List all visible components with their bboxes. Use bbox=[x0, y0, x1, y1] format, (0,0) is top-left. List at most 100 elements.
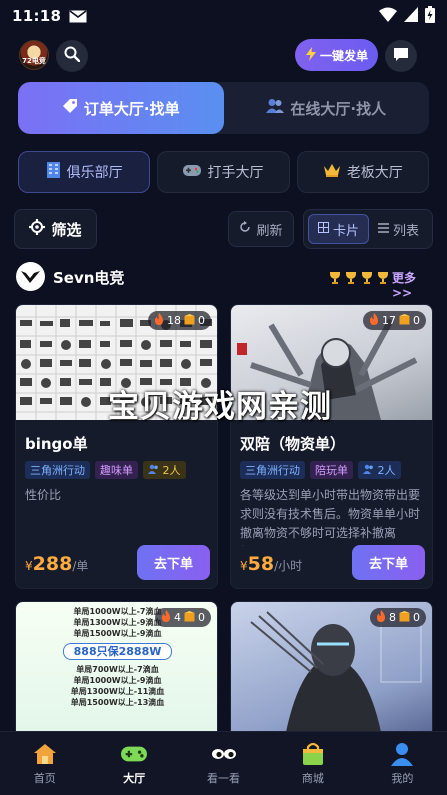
cellular-signal-icon bbox=[404, 6, 418, 26]
trophy-icon bbox=[328, 269, 342, 288]
type-tag: 陪玩单 bbox=[310, 461, 353, 479]
trophy-row bbox=[328, 269, 390, 288]
card-description: 性价比 bbox=[25, 488, 62, 502]
gamepad-icon bbox=[121, 741, 148, 767]
club-logo[interactable] bbox=[16, 262, 45, 291]
nav-hall-label: 大厅 bbox=[123, 772, 146, 785]
player-count-tag: 2人 bbox=[143, 461, 186, 479]
price-line: 单局1500W以上-9滴血 bbox=[73, 629, 162, 638]
place-order-button[interactable]: 去下单 bbox=[137, 545, 210, 580]
trophy-icon bbox=[344, 269, 358, 288]
battery-icon bbox=[425, 5, 435, 27]
order-card[interactable]: 单局1000W以上-7滴血 单局1300W以上-9滴血 单局1500W以上-9滴… bbox=[15, 601, 218, 741]
card-image-archer: 8 0 bbox=[231, 602, 432, 732]
card-stats: 4 0 bbox=[155, 608, 211, 627]
view-card-option[interactable]: 卡片 bbox=[308, 214, 369, 244]
club-avatar[interactable]: 72电竞 bbox=[19, 40, 49, 70]
quick-order-button[interactable]: 一键发单 bbox=[295, 39, 378, 71]
refresh-label: 刷新 bbox=[256, 223, 283, 239]
fire-count: 8 bbox=[389, 611, 396, 624]
more-link[interactable]: 更多>> bbox=[392, 269, 433, 300]
filter-row: 筛选 刷新 卡片 列表 bbox=[14, 209, 433, 249]
fire-icon bbox=[376, 610, 386, 625]
trophy-icon bbox=[376, 269, 390, 288]
message-button[interactable] bbox=[385, 40, 417, 72]
lightning-icon bbox=[305, 46, 317, 64]
nav-home[interactable]: 首页 bbox=[0, 732, 89, 795]
view-list-label: 列表 bbox=[392, 223, 419, 239]
price-line: 单局700W以上-7滴血 bbox=[76, 665, 159, 674]
tab-boss-hall[interactable]: 老板大厅 bbox=[296, 151, 429, 193]
order-card[interactable]: 18 0 bingo单 三角洲行动 趣味单 2人 性价比 ¥288/单 去下单 bbox=[15, 304, 218, 589]
users-icon bbox=[266, 98, 285, 118]
wifi-icon bbox=[379, 7, 397, 26]
fire-icon bbox=[154, 313, 164, 328]
gear-icon bbox=[29, 219, 46, 239]
card-title: bingo单 bbox=[25, 435, 88, 453]
status-bar: 11:18 bbox=[0, 0, 447, 32]
view-card-label: 卡片 bbox=[332, 223, 359, 239]
card-stats: 18 0 bbox=[148, 311, 211, 330]
crown-icon bbox=[323, 163, 341, 181]
view-list-option[interactable]: 列表 bbox=[369, 214, 428, 244]
tab-club-hall[interactable]: 俱乐部厅 bbox=[18, 151, 151, 193]
tag-icon bbox=[62, 98, 78, 118]
trophy-icon bbox=[360, 269, 374, 288]
box-count: 0 bbox=[413, 314, 420, 327]
nav-hall[interactable]: 大厅 bbox=[89, 732, 178, 795]
place-order-button[interactable]: 去下单 bbox=[352, 545, 425, 580]
list-icon bbox=[377, 222, 389, 237]
tab-club-hall-label: 俱乐部厅 bbox=[66, 165, 123, 181]
quick-order-label: 一键发单 bbox=[319, 48, 368, 63]
tab-online-hall[interactable]: 在线大厅·找人 bbox=[224, 82, 430, 134]
nav-profile[interactable]: 我的 bbox=[358, 732, 447, 795]
price: ¥58/小时 bbox=[240, 553, 303, 575]
tab-online-hall-label: 在线大厅·找人 bbox=[290, 99, 387, 118]
chat-bubble-icon bbox=[393, 47, 409, 66]
tab-order-hall[interactable]: 订单大厅·找单 bbox=[18, 82, 224, 134]
view-toggle: 卡片 列表 bbox=[303, 209, 433, 249]
clock: 11:18 bbox=[12, 7, 62, 25]
price-line-highlight: 888只保2888W bbox=[62, 643, 173, 660]
box-icon bbox=[399, 610, 410, 625]
card-tags: 三角洲行动 趣味单 2人 bbox=[25, 461, 208, 479]
box-icon bbox=[184, 610, 195, 625]
refresh-icon bbox=[239, 221, 251, 237]
tab-boss-hall-label: 老板大厅 bbox=[346, 165, 403, 181]
search-icon bbox=[64, 46, 81, 66]
tab-player-hall[interactable]: 打手大厅 bbox=[157, 151, 290, 193]
main-tabs: 订单大厅·找单 在线大厅·找人 bbox=[18, 82, 429, 134]
building-icon bbox=[46, 162, 61, 182]
fire-count: 4 bbox=[174, 611, 181, 624]
card-body: bingo单 三角洲行动 趣味单 2人 性价比 bbox=[16, 420, 217, 556]
card-stats: 17 0 bbox=[363, 311, 426, 330]
bottom-nav: 首页 大厅 看一看 商城 我的 bbox=[0, 731, 447, 795]
box-count: 0 bbox=[198, 611, 205, 624]
club-name: Sevn电竞 bbox=[53, 269, 125, 287]
refresh-button[interactable]: 刷新 bbox=[228, 211, 294, 247]
fire-icon bbox=[369, 313, 379, 328]
order-card[interactable]: 17 0 双陪（物资单） 三角洲行动 陪玩单 2人 各等级达到单小时带出物资带出… bbox=[230, 304, 433, 589]
avatar-text: 72电竞 bbox=[22, 57, 46, 65]
user-icon bbox=[389, 741, 415, 767]
search-button[interactable] bbox=[56, 40, 88, 72]
mail-icon bbox=[69, 9, 87, 23]
eyes-icon bbox=[211, 741, 237, 767]
nav-mall[interactable]: 商城 bbox=[268, 732, 357, 795]
fire-icon bbox=[161, 610, 171, 625]
card-tags: 三角洲行动 陪玩单 2人 bbox=[240, 461, 423, 479]
nav-browse[interactable]: 看一看 bbox=[179, 732, 268, 795]
nav-profile-label: 我的 bbox=[391, 772, 414, 785]
player-count-tag: 2人 bbox=[358, 461, 401, 479]
box-icon bbox=[184, 313, 195, 328]
card-image-price-list: 单局1000W以上-7滴血 单局1300W以上-9滴血 单局1500W以上-9滴… bbox=[16, 602, 217, 732]
order-card[interactable]: 8 0 bbox=[230, 601, 433, 741]
card-body: 双陪（物资单） 三角洲行动 陪玩单 2人 各等级达到单小时带出物资带出要求则没有… bbox=[231, 420, 432, 556]
card-stats: 8 0 bbox=[370, 608, 426, 627]
club-header: Sevn电竞 更多>> bbox=[16, 262, 433, 300]
fire-count: 17 bbox=[382, 314, 396, 327]
filter-button[interactable]: 筛选 bbox=[14, 209, 97, 249]
card-image-items-grid: 18 0 bbox=[16, 305, 217, 420]
box-count: 0 bbox=[413, 611, 420, 624]
price-row: ¥58/小时 去下单 bbox=[240, 545, 425, 581]
